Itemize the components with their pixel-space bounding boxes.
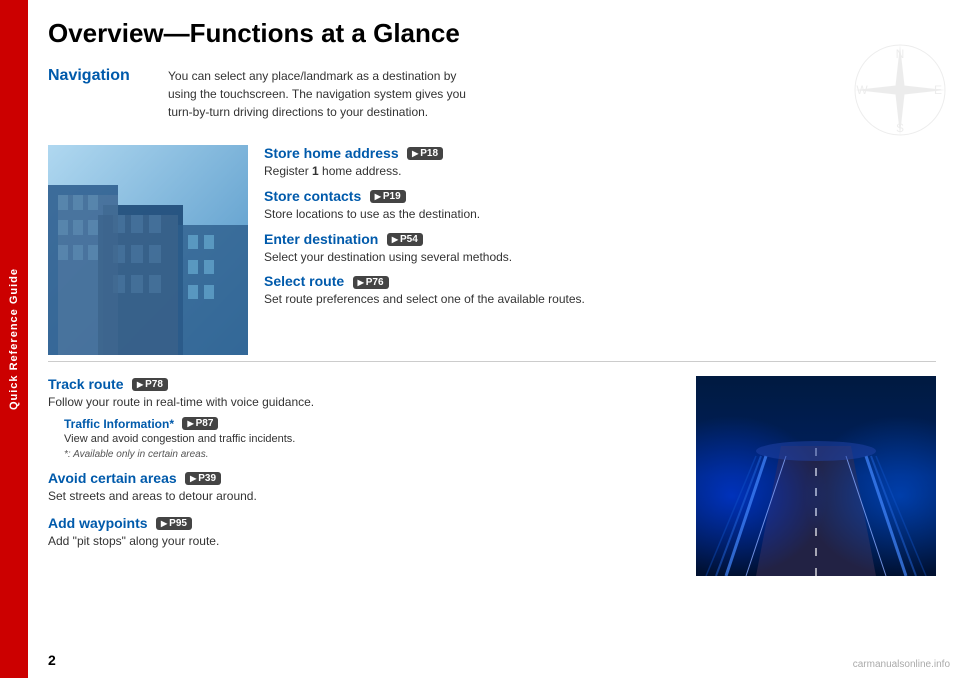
feature-title-enter-destination: Enter destination xyxy=(264,231,378,247)
feature-desc-add-waypoints: Add "pit stops" along your route. xyxy=(48,533,680,550)
top-content-row: Store home address P18 Register 1 home a… xyxy=(48,145,936,355)
svg-text:E: E xyxy=(934,83,942,97)
feature-title-select-route: Select route xyxy=(264,273,344,289)
feature-badge-avoid-areas: P39 xyxy=(185,472,221,485)
building-image xyxy=(48,145,248,355)
top-section: Navigation You can select any place/land… xyxy=(48,67,936,121)
feature-desc-store-home: Register 1 home address. xyxy=(264,163,936,180)
sub-feature-title-traffic: Traffic Information* xyxy=(64,417,174,431)
feature-add-waypoints: Add waypoints P95 Add "pit stops" along … xyxy=(48,515,680,550)
feature-title-avoid-areas: Avoid certain areas xyxy=(48,470,177,486)
page-title: Overview—Functions at a Glance xyxy=(48,18,936,49)
feature-desc-enter-destination: Select your destination using several me… xyxy=(264,249,936,266)
feature-avoid-areas: Avoid certain areas P39 Set streets and … xyxy=(48,470,680,505)
sub-feature-badge-traffic: P87 xyxy=(182,417,218,430)
feature-title-store-contacts: Store contacts xyxy=(264,188,361,204)
side-tab: Quick Reference Guide xyxy=(0,0,28,678)
svg-text:S: S xyxy=(896,121,904,135)
navigation-description: You can select any place/landmark as a d… xyxy=(168,67,478,121)
feature-title-store-home: Store home address xyxy=(264,145,399,161)
feature-store-home: Store home address P18 Register 1 home a… xyxy=(264,145,936,180)
feature-badge-store-home: P18 xyxy=(407,147,443,160)
side-tab-label: Quick Reference Guide xyxy=(8,268,20,410)
feature-title-add-waypoints: Add waypoints xyxy=(48,515,148,531)
features-list-top: Store home address P18 Register 1 home a… xyxy=(264,145,936,316)
feature-badge-add-waypoints: P95 xyxy=(156,517,192,530)
sub-feature-traffic: Traffic Information* P87 View and avoid … xyxy=(64,415,680,445)
feature-track-route: Track route P78 Follow your route in rea… xyxy=(48,376,680,460)
svg-text:W: W xyxy=(856,83,868,97)
watermark: carmanualsonline.info xyxy=(853,659,950,670)
feature-desc-select-route: Set route preferences and select one of … xyxy=(264,291,936,308)
feature-badge-track-route: P78 xyxy=(132,378,168,391)
feature-desc-store-contacts: Store locations to use as the destinatio… xyxy=(264,206,936,223)
feature-title-track-route: Track route xyxy=(48,376,123,392)
feature-desc-avoid-areas: Set streets and areas to detour around. xyxy=(48,488,680,505)
road-image xyxy=(696,376,936,576)
navigation-label: Navigation xyxy=(48,67,130,84)
feature-badge-select-route: P76 xyxy=(353,276,389,289)
feature-badge-enter-destination: P54 xyxy=(387,233,423,246)
svg-text:N: N xyxy=(896,47,905,61)
feature-select-route: Select route P76 Set route preferences a… xyxy=(264,273,936,308)
bottom-section: Track route P78 Follow your route in rea… xyxy=(48,376,936,576)
feature-store-contacts: Store contacts P19 Store locations to us… xyxy=(264,188,936,223)
feature-enter-destination: Enter destination P54 Select your destin… xyxy=(264,231,936,266)
feature-badge-store-contacts: P19 xyxy=(370,190,406,203)
page-number: 2 xyxy=(48,652,56,668)
sub-note-traffic: *: Available only in certain areas. xyxy=(64,449,680,460)
bottom-features: Track route P78 Follow your route in rea… xyxy=(48,376,680,576)
sub-feature-desc-traffic: View and avoid congestion and traffic in… xyxy=(64,433,680,445)
navigation-label-col: Navigation xyxy=(48,67,168,121)
feature-desc-track-route: Follow your route in real-time with voic… xyxy=(48,394,680,411)
section-divider xyxy=(48,361,936,362)
compass-decoration: N S W E xyxy=(850,40,950,140)
main-content: N S W E Overview—Functions at a Glance N… xyxy=(28,0,960,678)
